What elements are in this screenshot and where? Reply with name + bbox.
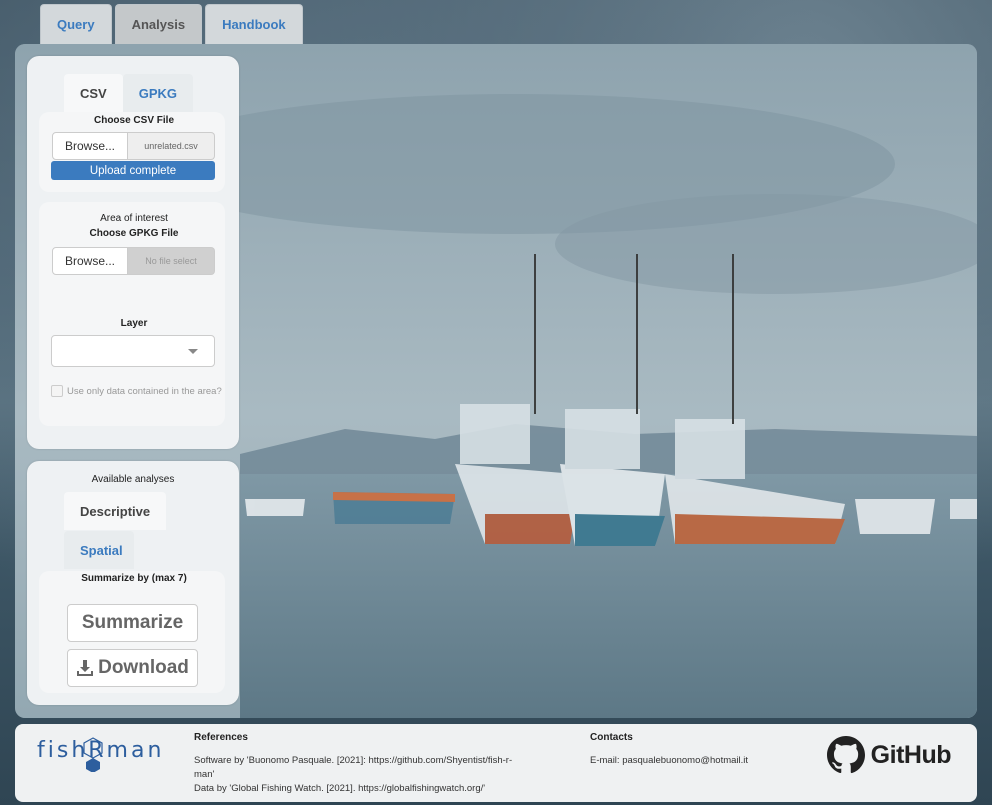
tab-analysis[interactable]: Analysis xyxy=(114,4,203,44)
tab-query[interactable]: Query xyxy=(40,4,112,44)
tab-spatial[interactable]: Spatial xyxy=(64,531,134,569)
csv-file-input: Browse... unrelated.csv xyxy=(52,132,215,160)
layer-label: Layer xyxy=(120,318,148,329)
contacts-title: Contacts xyxy=(590,732,633,743)
checkbox-box[interactable] xyxy=(51,385,63,397)
gpkg-browse-button[interactable]: Browse... xyxy=(52,247,128,275)
summarize-button[interactable]: Summarize xyxy=(67,604,198,642)
gpkg-file-name: No file select xyxy=(128,247,215,275)
download-button[interactable]: Download xyxy=(67,649,198,687)
chevron-down-icon xyxy=(188,349,198,354)
tab-csv[interactable]: CSV xyxy=(64,74,123,112)
progress-label: Upload complete xyxy=(89,164,177,177)
download-icon xyxy=(77,660,94,676)
analysis-tabs: Descriptive Spatial xyxy=(64,492,167,569)
summarize-button-label: Summarize xyxy=(81,612,184,633)
main-panel: CSV GPKG Choose CSV File Browse... unrel… xyxy=(15,44,977,718)
reference-software: Software by 'Buonomo Pasquale. [2021]: h… xyxy=(194,755,513,766)
references-title: References xyxy=(194,732,248,743)
main-nav: Query Analysis Handbook xyxy=(40,4,303,44)
csv-file-label: Choose CSV File xyxy=(93,115,174,126)
analysis-sidebar: Available analyses Descriptive Spatial S… xyxy=(27,461,239,705)
area-only-checkbox[interactable]: Use only data contained in the area? xyxy=(51,385,222,397)
tab-descriptive[interactable]: Descriptive xyxy=(64,492,167,530)
tab-gpkg[interactable]: GPKG xyxy=(122,74,194,112)
download-button-label: Download xyxy=(98,657,189,678)
csv-browse-button[interactable]: Browse... xyxy=(52,132,128,160)
tab-handbook[interactable]: Handbook xyxy=(205,4,303,44)
checkbox-label: Use only data contained in the area? xyxy=(67,385,222,397)
footer: fishRman References Software by 'Buonomo… xyxy=(15,724,977,802)
fishrman-logo: fishRman xyxy=(37,737,164,772)
gpkg-well: Area of interest Choose GPKG File Browse… xyxy=(39,202,225,426)
available-analyses-label: Available analyses xyxy=(91,474,175,485)
github-label: GitHub xyxy=(870,740,952,769)
csv-file-name: unrelated.csv xyxy=(128,132,215,160)
import-tabs: CSV GPKG xyxy=(64,74,194,112)
gpkg-file-label: Choose GPKG File xyxy=(89,228,179,239)
csv-upload-progress: Upload complete xyxy=(51,161,215,180)
contact-email[interactable]: E-mail: pasqualebuonomo@hotmail.it xyxy=(590,754,748,767)
hexagon-logo-icon xyxy=(83,737,103,772)
gpkg-file-input: Browse... No file select xyxy=(52,247,215,275)
csv-well: Choose CSV File Browse... unrelated.csv … xyxy=(39,112,225,192)
reference-data: Data by 'Global Fishing Watch. [2021]. h… xyxy=(194,783,486,794)
github-icon xyxy=(826,736,865,774)
layer-select[interactable] xyxy=(51,335,215,367)
github-link[interactable]: GitHub xyxy=(826,736,952,774)
summarize-by-label: Summarize by (max 7) xyxy=(81,573,187,584)
import-sidebar: CSV GPKG Choose CSV File Browse... unrel… xyxy=(27,56,239,449)
area-of-interest-label: Area of interest xyxy=(100,213,168,224)
reference-software-cont: man' xyxy=(194,769,215,780)
spatial-well: Summarize by (max 7) Summarize Download xyxy=(39,571,225,693)
